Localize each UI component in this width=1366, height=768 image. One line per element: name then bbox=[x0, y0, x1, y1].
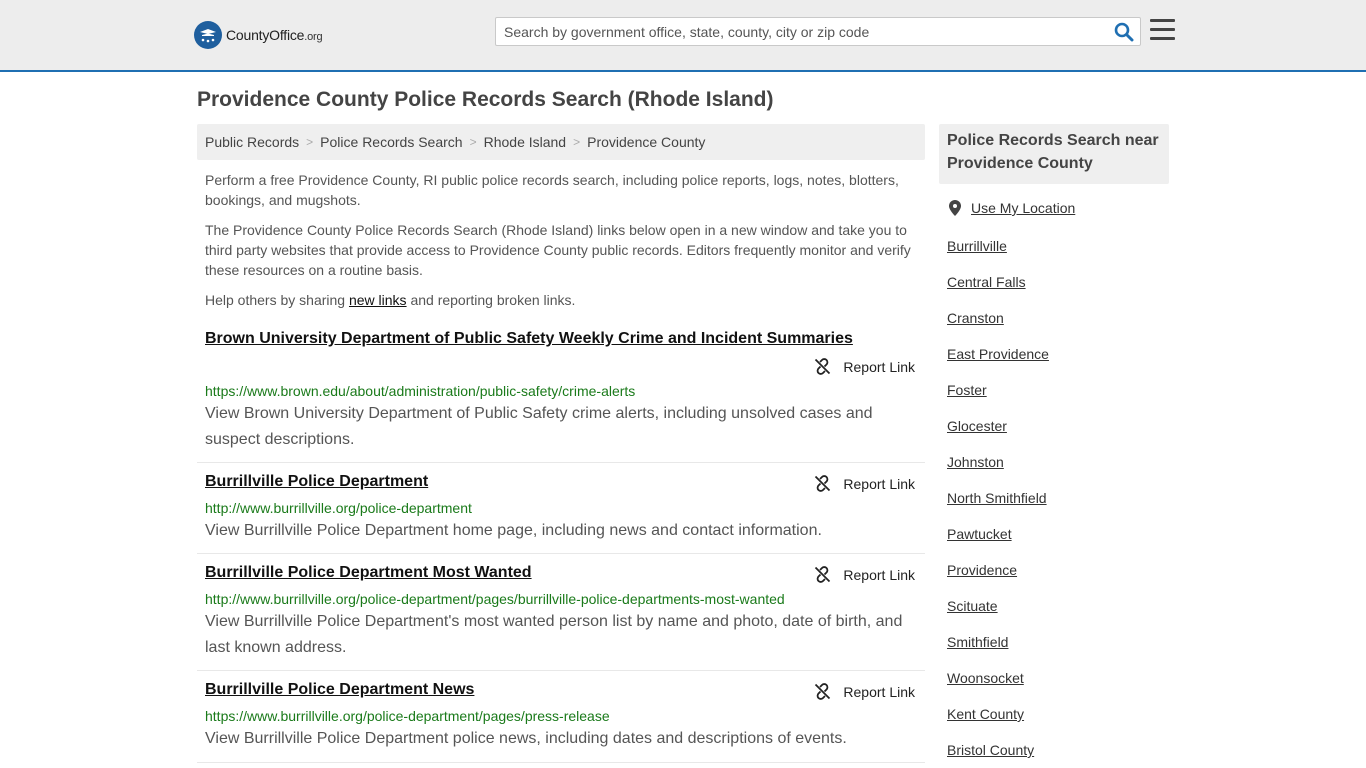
sidebar-link-providence[interactable]: Providence bbox=[947, 562, 1017, 578]
result-item: Burrillville Police Department Report Li… bbox=[197, 473, 925, 554]
disclaimer-paragraph: The Providence County Police Records Sea… bbox=[205, 222, 911, 278]
report-link-label: Report Link bbox=[843, 475, 915, 492]
result-title-link[interactable]: Burrillville Police Department News bbox=[205, 681, 474, 699]
share-text-after: and reporting broken links. bbox=[406, 292, 576, 308]
result-url-link[interactable]: https://www.burrillville.org/police-depa… bbox=[205, 708, 610, 724]
result-description: View Brown University Department of Publ… bbox=[205, 405, 873, 448]
chevron-right-icon: > bbox=[306, 135, 314, 149]
sidebar-link-kent-county[interactable]: Kent County bbox=[947, 706, 1024, 722]
result-url-link[interactable]: https://www.brown.edu/about/administrati… bbox=[205, 383, 635, 399]
new-links-link[interactable]: new links bbox=[349, 292, 407, 308]
sidebar-link-north-smithfield[interactable]: North Smithfield bbox=[947, 490, 1047, 506]
share-text-before: Help others by sharing bbox=[205, 292, 349, 308]
result-description: View Burrillville Police Department home… bbox=[205, 522, 822, 539]
breadcrumb-police-records-search[interactable]: Police Records Search bbox=[320, 134, 462, 150]
logo-main-text: CountyOffice bbox=[226, 27, 305, 43]
result-description: View Burrillville Police Department's mo… bbox=[205, 613, 903, 656]
logo-wordmark: CountyOffice.org bbox=[226, 27, 323, 43]
intro-paragraph: Perform a free Providence County, RI pub… bbox=[205, 172, 899, 208]
result-item: Brown University Department of Public Sa… bbox=[197, 330, 925, 463]
use-my-location-label: Use My Location bbox=[971, 200, 1076, 216]
report-link-label: Report Link bbox=[843, 683, 915, 700]
hamburger-menu-icon[interactable] bbox=[1150, 19, 1175, 41]
chevron-right-icon: > bbox=[573, 135, 581, 149]
search-icon bbox=[1114, 22, 1134, 42]
result-title-link[interactable]: Burrillville Police Department bbox=[205, 473, 428, 491]
breadcrumb: Public Records > Police Records Search >… bbox=[197, 124, 925, 160]
site-header: CountyOffice.org bbox=[0, 0, 1366, 72]
sidebar-link-pawtucket[interactable]: Pawtucket bbox=[947, 526, 1012, 542]
result-item: Burrillville Police Department Most Want… bbox=[197, 564, 925, 671]
use-my-location-link[interactable]: Use My Location bbox=[949, 200, 1075, 216]
result-item: Burrillville Police Department News Repo… bbox=[197, 681, 925, 763]
sidebar-link-foster[interactable]: Foster bbox=[947, 382, 987, 398]
sidebar-link-johnston[interactable]: Johnston bbox=[947, 454, 1004, 470]
result-url-link[interactable]: http://www.burrillville.org/police-depar… bbox=[205, 500, 472, 516]
report-link-button[interactable]: Report Link bbox=[814, 358, 915, 375]
broken-link-icon bbox=[815, 566, 831, 583]
report-link-button[interactable]: Report Link bbox=[814, 566, 915, 583]
search-input[interactable] bbox=[496, 18, 1096, 45]
report-link-button[interactable]: Report Link bbox=[814, 683, 915, 700]
result-url-link[interactable]: http://www.burrillville.org/police-depar… bbox=[205, 591, 785, 607]
sidebar-link-glocester[interactable]: Glocester bbox=[947, 418, 1007, 434]
sidebar-link-cranston[interactable]: Cranston bbox=[947, 310, 1004, 326]
result-description: View Burrillville Police Department poli… bbox=[205, 730, 847, 747]
breadcrumb-rhode-island[interactable]: Rhode Island bbox=[484, 134, 567, 150]
seal-icon bbox=[194, 21, 222, 49]
sidebar-link-smithfield[interactable]: Smithfield bbox=[947, 634, 1008, 650]
broken-link-icon bbox=[815, 475, 831, 492]
share-paragraph: Help others by sharing new links and rep… bbox=[205, 290, 917, 310]
sidebar-link-burrillville[interactable]: Burrillville bbox=[947, 238, 1007, 254]
sidebar-link-bristol-county[interactable]: Bristol County bbox=[947, 742, 1034, 758]
sidebar-link-central-falls[interactable]: Central Falls bbox=[947, 274, 1026, 290]
broken-link-icon bbox=[815, 358, 831, 375]
sidebar-heading: Police Records Search near Providence Co… bbox=[939, 124, 1169, 184]
search-button[interactable] bbox=[1114, 22, 1134, 42]
broken-link-icon bbox=[815, 683, 831, 700]
page-title: Providence County Police Records Search … bbox=[197, 88, 774, 111]
sidebar-link-woonsocket[interactable]: Woonsocket bbox=[947, 670, 1024, 686]
site-logo[interactable]: CountyOffice.org bbox=[194, 21, 323, 49]
sidebar-link-scituate[interactable]: Scituate bbox=[947, 598, 998, 614]
report-link-label: Report Link bbox=[843, 358, 915, 375]
breadcrumb-current: Providence County bbox=[587, 134, 706, 150]
map-pin-icon bbox=[949, 200, 961, 216]
result-title-link[interactable]: Burrillville Police Department Most Want… bbox=[205, 564, 532, 582]
breadcrumb-public-records[interactable]: Public Records bbox=[205, 134, 299, 150]
chevron-right-icon: > bbox=[469, 135, 477, 149]
report-link-button[interactable]: Report Link bbox=[814, 475, 915, 492]
search-bar bbox=[495, 17, 1141, 46]
logo-suffix-text: .org bbox=[304, 31, 323, 43]
report-link-label: Report Link bbox=[843, 566, 915, 583]
result-title-link[interactable]: Brown University Department of Public Sa… bbox=[205, 330, 853, 348]
sidebar-link-east-providence[interactable]: East Providence bbox=[947, 346, 1049, 362]
